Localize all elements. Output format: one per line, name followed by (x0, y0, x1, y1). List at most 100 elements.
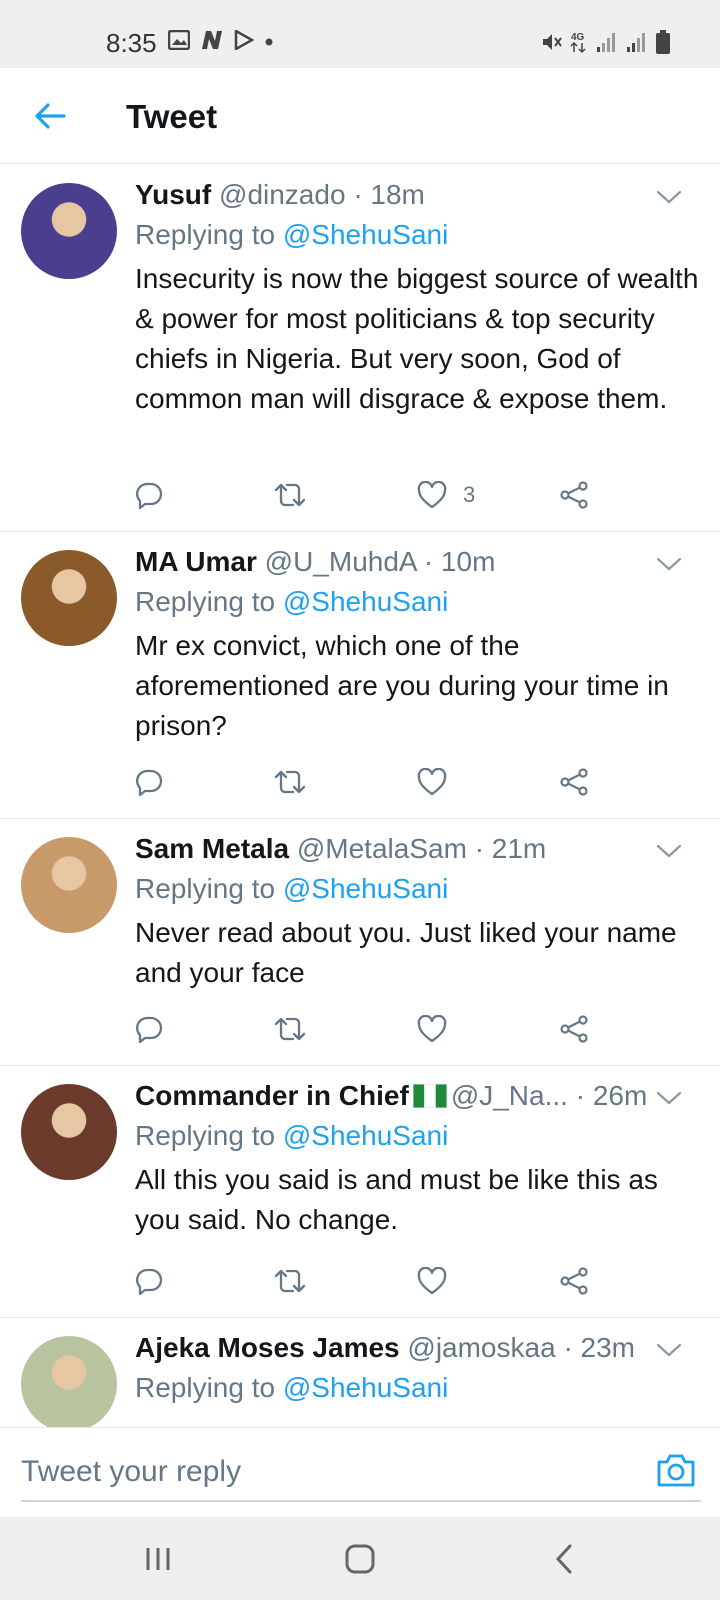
tweet-header: Yusuf @dinzado · 18m (135, 177, 700, 213)
reply-icon (135, 769, 163, 796)
camera-button[interactable] (656, 1452, 696, 1488)
retweet-button[interactable] (273, 1009, 307, 1049)
home-button[interactable] (338, 1537, 382, 1581)
tweet-time: · 18m (353, 179, 425, 210)
retweet-button[interactable] (273, 475, 307, 515)
recents-icon (146, 1548, 170, 1570)
reply-button[interactable] (135, 1009, 163, 1049)
retweet-icon (274, 483, 306, 507)
tweet-handle[interactable]: @MetalaSam (297, 833, 467, 864)
share-button[interactable] (559, 1009, 589, 1049)
chevron-down-icon (656, 1091, 682, 1105)
tweet-handle[interactable]: @jamoskaa (407, 1332, 555, 1363)
reply-button[interactable] (135, 762, 163, 802)
chevron-down-icon (656, 557, 682, 571)
avatar[interactable] (21, 550, 117, 646)
replying-to-label: Replying to (135, 873, 283, 904)
tweet-list[interactable]: Yusuf @dinzado · 18m Replying to @ShehuSa… (0, 165, 720, 1427)
tweet-handle[interactable]: @U_MuhdA (265, 546, 416, 577)
image-icon (168, 30, 190, 50)
tweet-header: MA Umar @U_MuhdA · 10m (135, 544, 700, 580)
retweet-icon (274, 770, 306, 794)
arrow-left-icon (35, 103, 66, 129)
tweet-author-name[interactable]: Ajeka Moses James (135, 1332, 400, 1363)
like-count: 3 (463, 482, 476, 507)
reply-mention-link[interactable]: @ShehuSani (283, 1372, 448, 1403)
replying-to-label: Replying to (135, 1372, 283, 1403)
retweet-icon (274, 1017, 306, 1041)
status-time: 8:35 (106, 28, 157, 58)
status-icons-right: 4G (540, 30, 670, 54)
share-icon (560, 1015, 588, 1043)
avatar[interactable] (21, 1084, 117, 1180)
battery-icon (656, 30, 670, 54)
header: Tweet (0, 68, 720, 164)
retweet-icon (274, 1269, 306, 1293)
tweet-author-name[interactable]: MA Umar (135, 546, 257, 577)
replying-to-line: Replying to @ShehuSani (135, 869, 700, 909)
retweet-button[interactable] (273, 1261, 307, 1301)
svg-text:4G: 4G (571, 32, 585, 43)
share-icon (560, 768, 588, 796)
flag-emoji (412, 1081, 448, 1109)
chevron-down-icon (656, 190, 682, 204)
avatar[interactable] (21, 1336, 117, 1427)
avatar[interactable] (21, 183, 117, 279)
retweet-button[interactable] (273, 762, 307, 802)
tweet-menu-caret[interactable] (654, 187, 684, 207)
replying-to-line: Replying to @ShehuSani (135, 1116, 700, 1156)
replying-to-label: Replying to (135, 1120, 283, 1151)
like-button[interactable]: 3 (417, 475, 475, 515)
tweet-actions: 3 (135, 475, 615, 515)
tweet[interactable]: Sam Metala @MetalaSam · 21m Replying to @… (0, 819, 720, 1066)
replying-to-line: Replying to @ShehuSani (135, 582, 700, 622)
tweet-menu-caret[interactable] (654, 1088, 684, 1108)
nav-back-button[interactable] (542, 1537, 586, 1581)
tweet-header: Commander in Chief @J_Na... · 26m (135, 1078, 700, 1114)
reply-mention-link[interactable]: @ShehuSani (283, 873, 448, 904)
tweet-author-name[interactable]: Commander in Chief (135, 1080, 409, 1111)
camera-icon (657, 1454, 695, 1487)
reply-mention-link[interactable]: @ShehuSani (283, 586, 448, 617)
page-title: Tweet (126, 98, 218, 135)
share-button[interactable] (559, 1261, 589, 1301)
tweet-header: Ajeka Moses James @jamoskaa · 23m (135, 1330, 700, 1366)
tweet[interactable]: Commander in Chief @J_Na... · 26m Replying… (0, 1066, 720, 1318)
share-icon (560, 481, 588, 509)
back-button[interactable] (28, 94, 72, 138)
reply-button[interactable] (135, 475, 163, 515)
tweet[interactable]: Yusuf @dinzado · 18m Replying to @ShehuSa… (0, 165, 720, 532)
tweet-author-name[interactable]: Sam Metala (135, 833, 289, 864)
tweet-handle[interactable]: @J_Na... (451, 1080, 568, 1111)
tweet-actions (135, 1009, 615, 1049)
share-button[interactable] (559, 762, 589, 802)
signal-icon (597, 33, 615, 52)
status-icons-left (168, 30, 274, 50)
tweet-menu-caret[interactable] (654, 554, 684, 574)
like-icon (417, 481, 447, 509)
like-button[interactable] (417, 1261, 447, 1301)
reply-mention-link[interactable]: @ShehuSani (283, 1120, 448, 1151)
reply-mention-link[interactable]: @ShehuSani (283, 219, 448, 250)
tweet-author-name[interactable]: Yusuf (135, 179, 211, 210)
4g-icon: 4G (570, 32, 586, 54)
tweet-menu-caret[interactable] (654, 841, 684, 861)
recents-button[interactable] (136, 1537, 180, 1581)
like-button[interactable] (417, 762, 447, 802)
tweet-menu-caret[interactable] (654, 1340, 684, 1360)
tweet[interactable]: Ajeka Moses James @jamoskaa · 23m Replyin… (0, 1318, 720, 1427)
avatar[interactable] (21, 837, 117, 933)
tweet-handle[interactable]: @dinzado (219, 179, 346, 210)
tweet-text: Insecurity is now the biggest source of … (135, 263, 699, 414)
tweet[interactable]: MA Umar @U_MuhdA · 10m Replying to @Shehu… (0, 532, 720, 819)
reply-input[interactable]: Tweet your reply (21, 1442, 701, 1502)
share-button[interactable] (559, 475, 589, 515)
reply-button[interactable] (135, 1261, 163, 1301)
tweet-text: Never read about you. Just liked your na… (135, 917, 677, 988)
tweet-header: Sam Metala @MetalaSam · 21m (135, 831, 700, 867)
system-nav-bar (0, 1517, 720, 1600)
like-button[interactable] (417, 1009, 447, 1049)
like-icon (417, 1015, 447, 1043)
dot-icon (265, 38, 273, 46)
like-icon (417, 1267, 447, 1295)
